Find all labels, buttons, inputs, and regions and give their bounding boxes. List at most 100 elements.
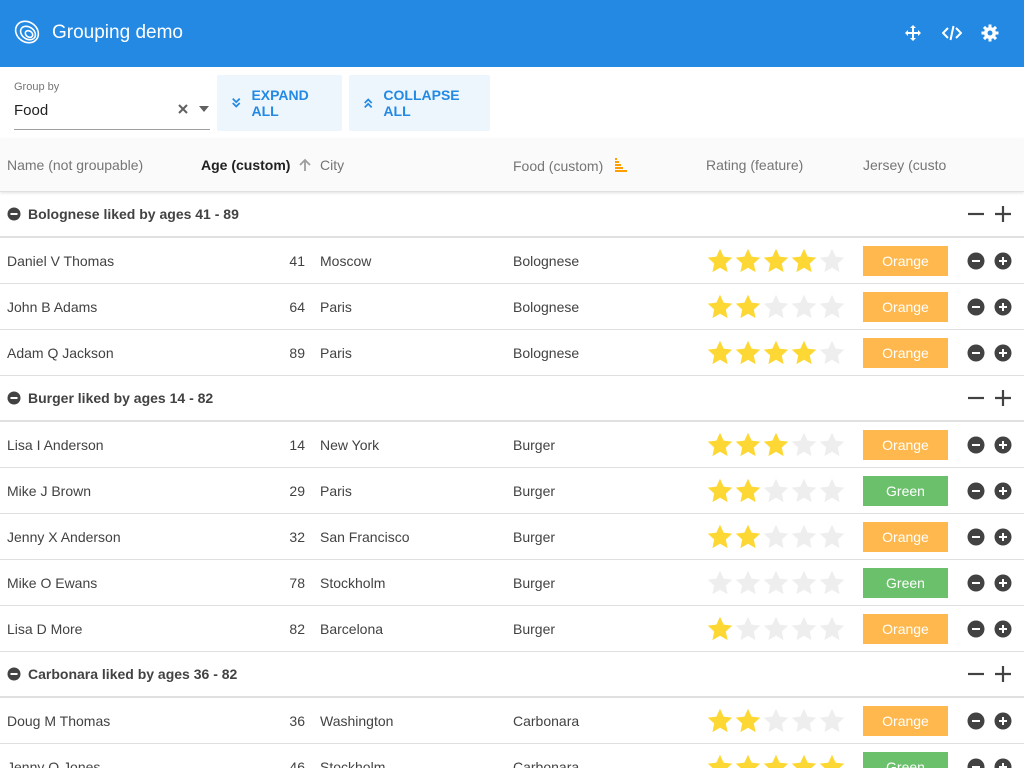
jersey-badge[interactable]: Orange: [863, 338, 948, 368]
rating-stars[interactable]: [706, 247, 846, 275]
minus-circle-icon[interactable]: [967, 528, 985, 546]
star-filled-icon[interactable]: [706, 247, 734, 275]
plus-icon[interactable]: [994, 205, 1012, 223]
star-filled-icon[interactable]: [790, 753, 818, 768]
collapse-all-button[interactable]: COLLAPSE ALL: [349, 75, 490, 131]
star-empty-icon[interactable]: [706, 569, 734, 597]
minus-icon[interactable]: [967, 389, 985, 407]
star-filled-icon[interactable]: [734, 707, 762, 735]
jersey-badge[interactable]: Orange: [863, 246, 948, 276]
plus-icon[interactable]: [994, 665, 1012, 683]
jersey-badge[interactable]: Orange: [863, 614, 948, 644]
header-city[interactable]: City: [320, 157, 344, 173]
rating-stars[interactable]: [706, 707, 846, 735]
rating-stars[interactable]: [706, 569, 846, 597]
chevron-down-icon[interactable]: [198, 104, 210, 114]
rating-stars[interactable]: [706, 615, 846, 643]
star-empty-icon[interactable]: [762, 569, 790, 597]
minus-circle-icon[interactable]: [967, 758, 985, 768]
star-empty-icon[interactable]: [790, 293, 818, 321]
clear-icon[interactable]: [176, 102, 190, 116]
star-filled-icon[interactable]: [762, 339, 790, 367]
table-row[interactable]: Lisa I Anderson New York Burger 14 Orange: [0, 422, 1024, 468]
star-empty-icon[interactable]: [762, 707, 790, 735]
star-empty-icon[interactable]: [818, 339, 846, 367]
jersey-badge[interactable]: Orange: [863, 706, 948, 736]
table-row[interactable]: Doug M Thomas Washington Carbonara 36 Orange: [0, 698, 1024, 744]
collapse-group-icon[interactable]: [7, 207, 21, 221]
star-empty-icon[interactable]: [818, 293, 846, 321]
star-filled-icon[interactable]: [706, 293, 734, 321]
star-filled-icon[interactable]: [790, 339, 818, 367]
star-empty-icon[interactable]: [818, 523, 846, 551]
star-empty-icon[interactable]: [790, 431, 818, 459]
star-filled-icon[interactable]: [762, 247, 790, 275]
star-empty-icon[interactable]: [790, 569, 818, 597]
star-filled-icon[interactable]: [706, 707, 734, 735]
minus-circle-icon[interactable]: [967, 436, 985, 454]
header-jersey[interactable]: Jersey (custo: [863, 157, 946, 173]
rating-stars[interactable]: [706, 477, 846, 505]
table-row[interactable]: Mike J Brown Paris Burger 29 Green: [0, 468, 1024, 514]
star-filled-icon[interactable]: [706, 477, 734, 505]
minus-icon[interactable]: [967, 205, 985, 223]
star-empty-icon[interactable]: [734, 615, 762, 643]
rating-stars[interactable]: [706, 431, 846, 459]
star-empty-icon[interactable]: [818, 615, 846, 643]
star-empty-icon[interactable]: [762, 293, 790, 321]
minus-circle-icon[interactable]: [967, 482, 985, 500]
star-empty-icon[interactable]: [762, 523, 790, 551]
collapse-group-icon[interactable]: [7, 667, 21, 681]
star-filled-icon[interactable]: [734, 247, 762, 275]
header-rating[interactable]: Rating (feature): [706, 157, 803, 173]
plus-circle-icon[interactable]: [994, 482, 1012, 500]
minus-circle-icon[interactable]: [967, 344, 985, 362]
table-row[interactable]: Jenny O Jones Stockholm Carbonara 46 Green: [0, 744, 1024, 768]
star-empty-icon[interactable]: [762, 477, 790, 505]
rating-stars[interactable]: [706, 293, 846, 321]
star-empty-icon[interactable]: [790, 477, 818, 505]
star-filled-icon[interactable]: [734, 753, 762, 768]
rating-stars[interactable]: [706, 339, 846, 367]
plus-circle-icon[interactable]: [994, 344, 1012, 362]
plus-circle-icon[interactable]: [994, 528, 1012, 546]
star-empty-icon[interactable]: [790, 707, 818, 735]
plus-circle-icon[interactable]: [994, 298, 1012, 316]
jersey-badge[interactable]: Orange: [863, 292, 948, 322]
star-empty-icon[interactable]: [790, 523, 818, 551]
table-row[interactable]: Jenny X Anderson San Francisco Burger 32 Ora…: [0, 514, 1024, 560]
jersey-badge[interactable]: Green: [863, 476, 948, 506]
minus-circle-icon[interactable]: [967, 574, 985, 592]
star-filled-icon[interactable]: [762, 753, 790, 768]
star-empty-icon[interactable]: [818, 477, 846, 505]
star-filled-icon[interactable]: [734, 339, 762, 367]
star-filled-icon[interactable]: [734, 523, 762, 551]
star-filled-icon[interactable]: [818, 753, 846, 768]
star-filled-icon[interactable]: [706, 615, 734, 643]
minus-circle-icon[interactable]: [967, 298, 985, 316]
star-filled-icon[interactable]: [762, 431, 790, 459]
header-age[interactable]: Age (custom): [201, 157, 312, 173]
plus-icon[interactable]: [994, 389, 1012, 407]
star-empty-icon[interactable]: [762, 615, 790, 643]
plus-circle-icon[interactable]: [994, 252, 1012, 270]
plus-circle-icon[interactable]: [994, 758, 1012, 768]
plus-circle-icon[interactable]: [994, 436, 1012, 454]
star-filled-icon[interactable]: [706, 431, 734, 459]
group-row[interactable]: Carbonara liked by ages 36 - 82: [0, 652, 1024, 698]
minus-circle-icon[interactable]: [967, 252, 985, 270]
code-button[interactable]: [941, 22, 963, 44]
move-button[interactable]: [902, 22, 924, 44]
table-row[interactable]: Daniel V Thomas Moscow Bolognese 41 Orange: [0, 238, 1024, 284]
plus-circle-icon[interactable]: [994, 574, 1012, 592]
group-row[interactable]: Burger liked by ages 14 - 82: [0, 376, 1024, 422]
minus-icon[interactable]: [967, 665, 985, 683]
star-empty-icon[interactable]: [818, 707, 846, 735]
star-filled-icon[interactable]: [706, 753, 734, 768]
table-row[interactable]: Mike O Ewans Stockholm Burger 78 Green: [0, 560, 1024, 606]
star-filled-icon[interactable]: [734, 477, 762, 505]
collapse-group-icon[interactable]: [7, 391, 21, 405]
table-row[interactable]: Lisa D More Barcelona Burger 82 Orange: [0, 606, 1024, 652]
star-filled-icon[interactable]: [790, 247, 818, 275]
group-row[interactable]: Bolognese liked by ages 41 - 89: [0, 192, 1024, 238]
